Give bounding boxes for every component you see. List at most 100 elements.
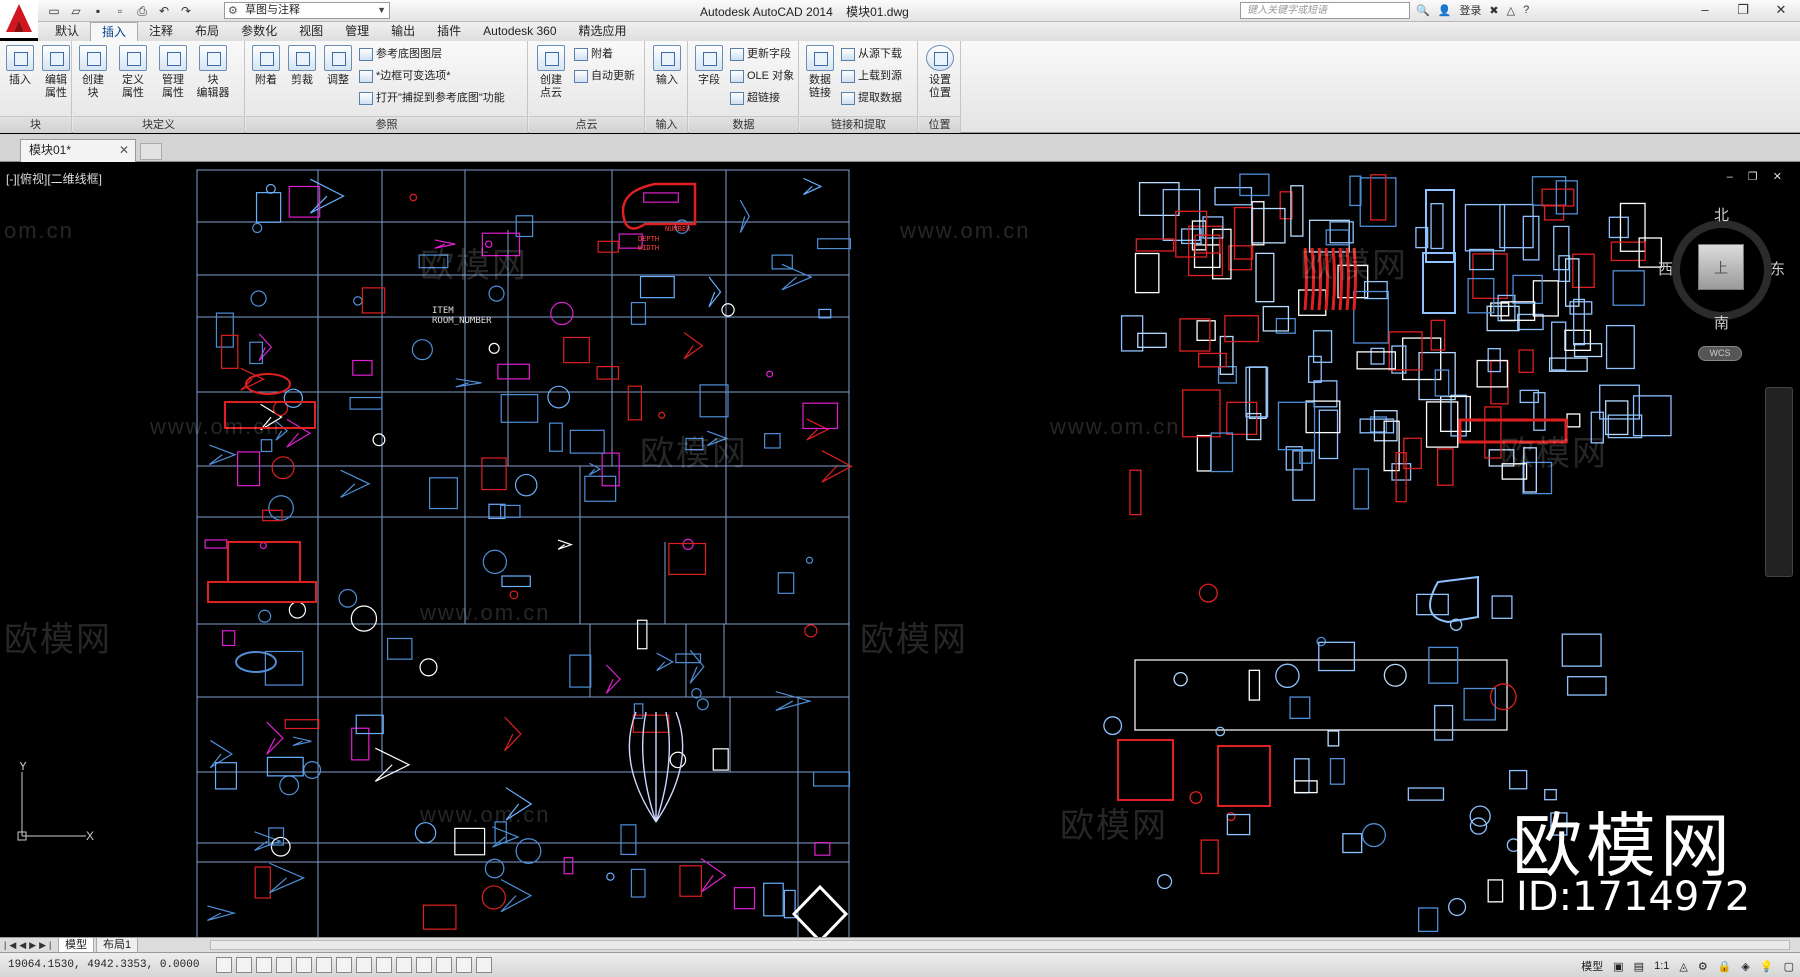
dyn-toggle[interactable] [376,957,392,973]
tpy-toggle[interactable] [416,957,432,973]
am-toggle[interactable] [476,957,492,973]
update-fields-button[interactable]: 更新字段 [729,45,791,63]
panel-title-data[interactable]: 数据 [689,116,798,133]
panel-title-block-definition[interactable]: 块定义 [73,116,244,133]
ribbon-tab-6[interactable]: 管理 [334,22,380,41]
annotation-visibility-icon[interactable]: ◬ [1679,960,1687,973]
panel-title-reference[interactable]: 参照 [246,116,527,133]
minimize-button[interactable]: – [1686,0,1724,20]
redo-icon[interactable]: ↷ [178,3,194,19]
quick-view-drawings-icon[interactable]: ▤ [1634,960,1644,973]
set-location-button[interactable]: 设置 位置 [922,45,958,100]
drawing-canvas[interactable]: [-][俯视][二维线框] – ❐ ✕ ITEM ROOM_NUMBER NUM… [0,162,1800,937]
workspace-switch-icon[interactable]: ⚙ [1698,960,1708,973]
otrack-toggle[interactable] [336,957,352,973]
frame-variable-dropdown[interactable]: *边框可变选项* [358,67,451,85]
tab-model[interactable]: 模型 [58,938,94,953]
search-input[interactable]: 键入关键字或短语 [1240,2,1410,19]
polar-toggle[interactable] [276,957,292,973]
underlay-layers-button[interactable]: 参考底图图层 [358,45,442,63]
lock-icon[interactable]: 🔒 [1718,960,1732,973]
wcs-menu[interactable]: WCS [1698,346,1742,361]
panel-title-import[interactable]: 输入 [646,116,687,133]
clip-button[interactable]: 剪裁 [284,45,320,87]
new-tab-button[interactable] [140,143,162,160]
user-icon[interactable]: 👤 [1438,4,1452,17]
create-block-button[interactable]: 创建 块 [75,45,111,100]
ribbon-tab-3[interactable]: 布局 [184,22,230,41]
binoculars-icon[interactable]: 🔍 [1416,4,1430,17]
adjust-button[interactable]: 调整 [320,45,356,87]
ortho-toggle[interactable] [256,957,272,973]
sc-toggle[interactable] [456,957,472,973]
compass-south[interactable]: 南 [1714,312,1729,333]
manage-attribute-button[interactable]: 管理 属性 [155,45,191,100]
maximize-button[interactable]: ❐ [1724,0,1762,20]
print-icon[interactable]: ⎙ [134,3,150,19]
isolate-objects-icon[interactable]: 💡 [1760,960,1774,973]
coordinate-readout[interactable]: 19064.1530, 4942.3353, 0.0000 [8,959,199,971]
edit-attribute-button[interactable]: 编辑 属性 [38,45,74,100]
undo-icon[interactable]: ↶ [156,3,172,19]
block-editor-button[interactable]: 块 编辑器 [195,45,231,100]
osnap-toggle[interactable] [296,957,312,973]
close-icon[interactable]: ✕ [119,140,129,161]
upload-to-source-button[interactable]: 上载到源 [840,67,902,85]
auto-update-button[interactable]: 自动更新 [573,67,635,85]
document-tab[interactable]: 模块01* ✕ [20,139,136,162]
model-space-button[interactable]: 模型 [1581,958,1603,974]
compass-west[interactable]: 西 [1658,258,1673,279]
help-icon[interactable]: ? [1523,4,1529,16]
application-menu-button[interactable] [0,0,38,38]
ducs-toggle[interactable] [356,957,372,973]
attach-button[interactable]: 附着 [248,45,284,87]
download-from-source-button[interactable]: 从源下载 [840,45,902,63]
hardware-acceleration-icon[interactable]: ◈ [1741,960,1749,973]
panel-title-block[interactable]: 块 [0,116,71,133]
open-file-icon[interactable]: ▱ [68,3,84,19]
define-attribute-button[interactable]: 定义 属性 [115,45,151,100]
lwt-toggle[interactable] [396,957,412,973]
hyperlink-button[interactable]: 超链接 [729,89,780,107]
data-link-button[interactable]: 数据 链接 [802,45,838,100]
field-button[interactable]: 字段 [691,45,727,87]
ribbon-tab-8[interactable]: 插件 [426,22,472,41]
new-file-icon[interactable]: ▭ [46,3,62,19]
viewcube-top-face[interactable]: 上 [1698,244,1744,290]
ribbon-tab-0[interactable]: 默认 [44,22,90,41]
layout-nav-arrows[interactable]: |◀◀▶▶| [4,938,54,952]
ribbon-tab-4[interactable]: 参数化 [230,22,288,41]
ribbon-tab-5[interactable]: 视图 [288,22,334,41]
snap-to-underlay-button[interactable]: 打开"捕捉到参考底图"功能 [358,89,505,107]
create-point-cloud-button[interactable]: 创建 点云 [533,45,569,100]
navigation-bar[interactable] [1765,387,1793,577]
close-button[interactable]: ✕ [1762,0,1800,20]
tab-layout1[interactable]: 布局1 [96,938,139,953]
save-as-icon[interactable]: ▫ [112,3,128,19]
a360-icon[interactable]: △ [1507,4,1515,17]
ribbon-tab-2[interactable]: 注释 [138,22,184,41]
panel-title-linking[interactable]: 链接和提取 [800,116,917,133]
horizontal-scrollbar[interactable] [210,940,1790,950]
ribbon-tab-10[interactable]: 精选应用 [568,22,638,41]
extract-data-button[interactable]: 提取数据 [840,89,902,107]
clean-screen-icon[interactable]: ▢ [1784,960,1794,973]
import-button[interactable]: 输入 [649,45,685,87]
snap-toggle[interactable] [216,957,232,973]
compass-north[interactable]: 北 [1714,204,1729,225]
pointcloud-attach-button[interactable]: 附着 [573,45,613,63]
compass-east[interactable]: 东 [1770,258,1785,279]
3dosnap-toggle[interactable] [316,957,332,973]
ribbon-tab-7[interactable]: 输出 [380,22,426,41]
ribbon-tab-9[interactable]: Autodesk 360 [472,22,567,41]
panel-title-location[interactable]: 位置 [919,116,960,133]
login-link[interactable]: 登录 [1459,2,1481,18]
viewcube[interactable]: 上 北 南 西 东 [1658,207,1785,332]
annotation-scale[interactable]: 1:1 [1654,960,1669,972]
exchange-icon[interactable]: ✖ [1489,4,1498,17]
quick-view-layouts-icon[interactable]: ▣ [1613,960,1623,973]
ole-object-button[interactable]: OLE 对象 [729,67,794,85]
save-icon[interactable]: ▪ [90,3,106,19]
grid-toggle[interactable] [236,957,252,973]
ribbon-tab-1[interactable]: 插入 [90,22,139,41]
